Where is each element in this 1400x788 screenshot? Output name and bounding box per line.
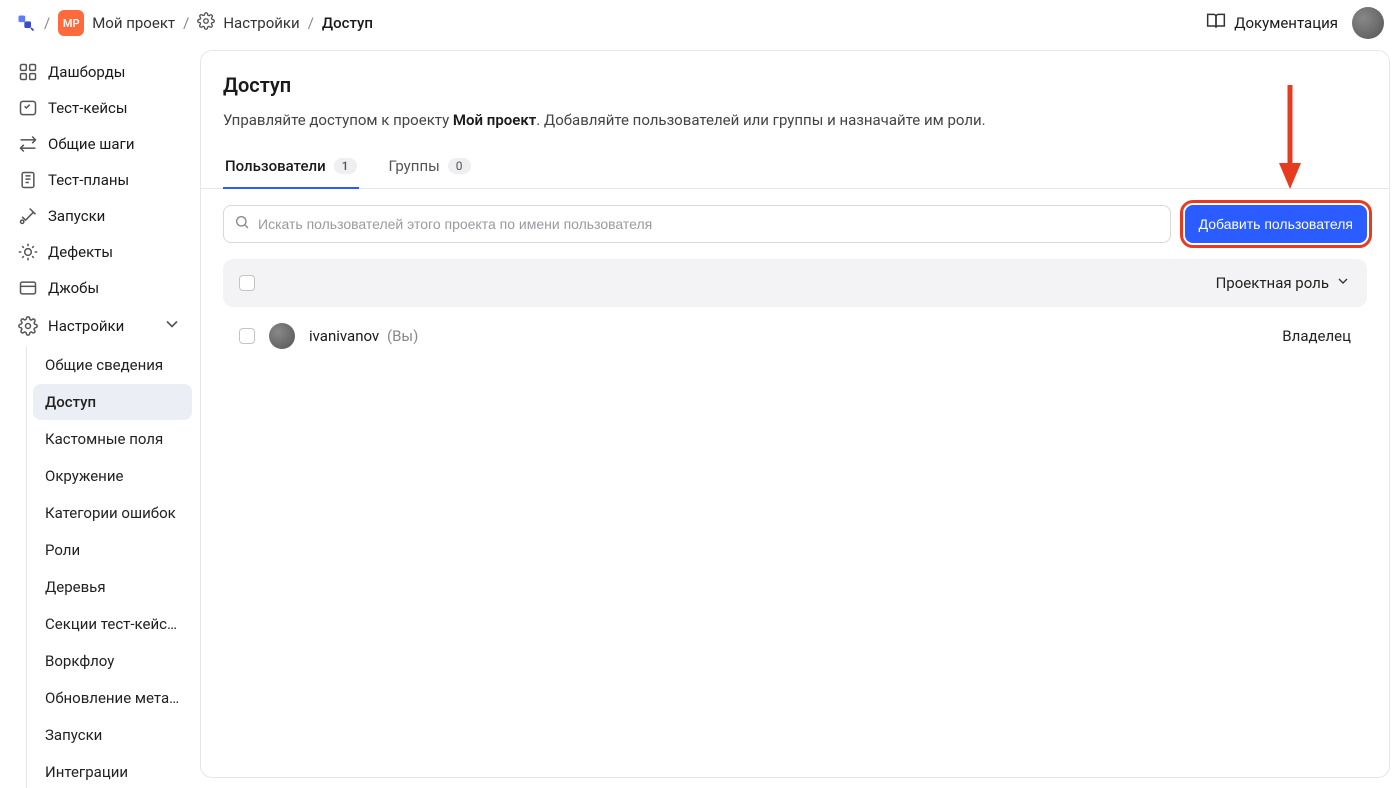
breadcrumb-settings[interactable]: Настройки [223, 14, 299, 32]
users-table: Проектная роль ivanivanov (Вы) [201, 259, 1389, 365]
page-desc-project: Мой проект [453, 111, 536, 129]
sidebar-item-shared-steps[interactable]: Общие шаги [8, 126, 192, 162]
table-row: ivanivanov (Вы) Владелец [223, 307, 1367, 365]
subnav-error-categories[interactable]: Категории ошибок [33, 495, 192, 531]
tab-label: Пользователи [225, 157, 326, 175]
page-title: Доступ [223, 73, 1367, 97]
chevron-down-icon [1335, 273, 1351, 293]
sidebar: Дашборды Тест-кейсы Общие шаги Тест-план… [0, 46, 200, 788]
documentation-link[interactable]: Документация [1206, 11, 1338, 35]
topbar: / МР Мой проект / Настройки / Доступ Док… [0, 0, 1400, 46]
content: Доступ Управляйте доступом к проекту Мой… [200, 46, 1400, 788]
subnav-access[interactable]: Доступ [33, 384, 192, 420]
subnav-runs[interactable]: Запуски [33, 717, 192, 753]
username-text: ivanivanov [309, 327, 379, 345]
sidebar-item-defects[interactable]: Дефекты [8, 234, 192, 270]
toolbar: Добавить пользователя [201, 189, 1389, 259]
breadcrumb-project[interactable]: Мой проект [92, 14, 175, 32]
table-header: Проектная роль [223, 259, 1367, 307]
role-column-header[interactable]: Проектная роль [1216, 273, 1351, 293]
subnav-meta-update[interactable]: Обновление мета-… [33, 680, 192, 716]
sidebar-item-label: Джобы [48, 279, 99, 297]
sidebar-item-label: Общие шаги [48, 135, 135, 153]
chevron-down-icon [162, 314, 182, 338]
subnav-environment[interactable]: Окружение [33, 458, 192, 494]
sidebar-item-label: Дашборды [48, 63, 125, 81]
search-icon [234, 214, 258, 234]
search-field[interactable] [223, 205, 1171, 243]
subnav-trees[interactable]: Деревья [33, 569, 192, 605]
sidebar-item-label: Тест-кейсы [48, 99, 128, 117]
subnav-workflow[interactable]: Воркфлоу [33, 643, 192, 679]
breadcrumb: / МР Мой проект / Настройки / Доступ [16, 10, 373, 36]
row-role: Владелец [1282, 327, 1351, 345]
project-badge[interactable]: МР [58, 10, 84, 36]
tab-groups[interactable]: Группы 0 [387, 147, 473, 189]
sidebar-item-jobs[interactable]: Джобы [8, 270, 192, 306]
breadcrumb-sep: / [183, 14, 189, 32]
subnav-roles[interactable]: Роли [33, 532, 192, 568]
breadcrumb-sep: / [308, 14, 314, 32]
breadcrumb-sep: / [44, 14, 50, 32]
tabs: Пользователи 1 Группы 0 [201, 147, 1389, 189]
tab-label: Группы [389, 157, 440, 175]
documentation-label: Документация [1234, 14, 1338, 32]
sidebar-item-label: Настройки [48, 317, 124, 335]
user-avatar[interactable] [1352, 7, 1384, 39]
settings-subnav: Общие сведения Доступ Кастомные поля Окр… [26, 347, 192, 788]
add-user-button[interactable]: Добавить пользователя [1185, 205, 1367, 243]
sidebar-item-testcases[interactable]: Тест-кейсы [8, 90, 192, 126]
tab-badge: 0 [448, 158, 471, 174]
panel: Доступ Управляйте доступом к проекту Мой… [200, 50, 1390, 778]
subnav-general[interactable]: Общие сведения [33, 347, 192, 383]
tab-badge: 1 [334, 158, 357, 174]
book-icon [1206, 11, 1226, 35]
app-logo-icon[interactable] [16, 13, 36, 33]
search-input[interactable] [258, 216, 1160, 232]
row-username: ivanivanov (Вы) [309, 327, 418, 345]
sidebar-item-label: Запуски [48, 207, 105, 225]
subnav-custom-fields[interactable]: Кастомные поля [33, 421, 192, 457]
sidebar-item-dashboards[interactable]: Дашборды [8, 54, 192, 90]
sidebar-item-label: Дефекты [48, 243, 113, 261]
page-description: Управляйте доступом к проекту Мой проект… [223, 111, 1367, 129]
you-label: (Вы) [387, 327, 418, 345]
subnav-tc-sections[interactable]: Секции тест-кейсов [33, 606, 192, 642]
subnav-integrations[interactable]: Интеграции [33, 754, 192, 788]
sidebar-item-settings[interactable]: Настройки [8, 306, 192, 346]
gear-icon [197, 12, 215, 34]
tab-users[interactable]: Пользователи 1 [223, 147, 359, 189]
role-header-label: Проектная роль [1216, 274, 1329, 292]
page-desc-prefix: Управляйте доступом к проекту [223, 111, 453, 129]
row-checkbox[interactable] [239, 328, 255, 344]
sidebar-item-label: Тест-планы [48, 171, 129, 189]
sidebar-item-test-plans[interactable]: Тест-планы [8, 162, 192, 198]
page-desc-suffix: . Добавляйте пользователей или группы и … [536, 111, 985, 129]
row-user-avatar [269, 323, 295, 349]
select-all-checkbox[interactable] [239, 275, 255, 291]
breadcrumb-current: Доступ [322, 14, 373, 32]
sidebar-item-runs[interactable]: Запуски [8, 198, 192, 234]
